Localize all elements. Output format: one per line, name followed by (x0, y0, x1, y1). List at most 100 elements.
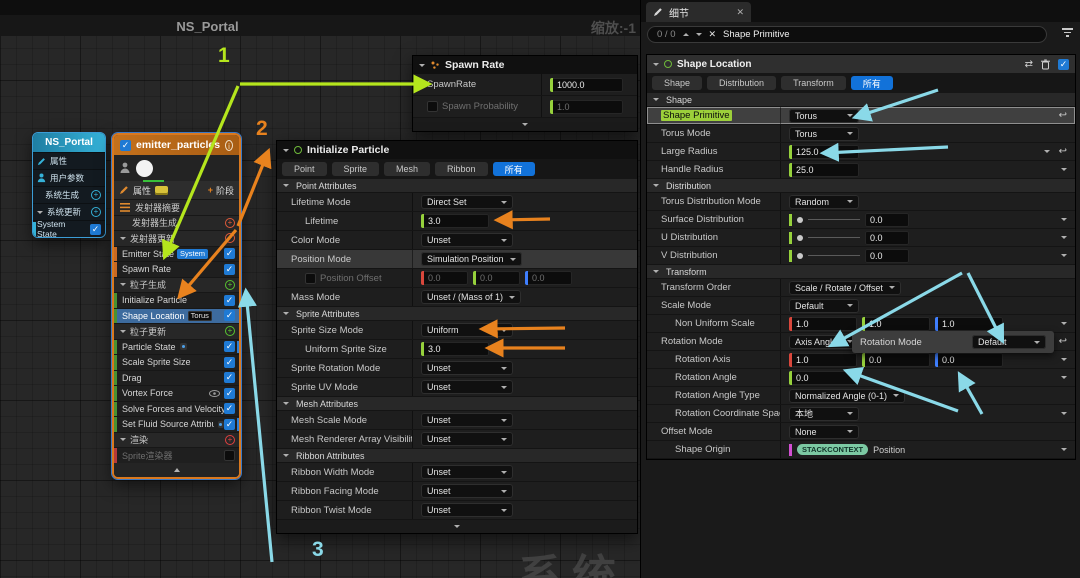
chevron-down-icon[interactable] (120, 438, 126, 442)
emitter-row-item-14[interactable]: 渲染 + (114, 431, 239, 447)
row-edit-checkbox[interactable] (427, 101, 438, 112)
search-query-text[interactable]: Shape Primitive (723, 29, 790, 40)
chevron-down-icon[interactable] (501, 418, 507, 422)
renderer-enabled-checkbox[interactable] (224, 449, 235, 461)
dropdown-lifetime-mode[interactable]: Direct Set (421, 195, 513, 209)
dropdown-position-mode[interactable]: Simulation Position (421, 252, 522, 266)
emitter-thumbnail[interactable] (136, 159, 153, 177)
system-node[interactable]: NS_Portal 属性 用户参数 系统生成 + 系统更新 + System State ✓ (32, 132, 106, 238)
chevron-down-icon[interactable] (1061, 448, 1067, 451)
tab-transform[interactable]: Transform (781, 76, 846, 90)
emitter-row-emitter-state[interactable]: Emitter State System ✓ (114, 245, 239, 261)
chevron-down-icon[interactable] (120, 329, 126, 333)
emitter-row-particle-state[interactable]: Particle State ✓ (114, 338, 239, 354)
module-enabled-checkbox[interactable]: ✓ (224, 403, 235, 415)
chevron-down-icon[interactable] (888, 286, 895, 289)
chevron-down-icon[interactable] (283, 454, 289, 457)
filter-icon[interactable] (1062, 28, 1073, 37)
vector-input-z[interactable]: 0.0 (525, 271, 572, 285)
chevron-down-icon[interactable] (501, 489, 507, 493)
emitter-row-drag[interactable]: Drag ✓ (114, 369, 239, 385)
reset-to-default-icon[interactable]: ↩ (1059, 336, 1067, 347)
collapse-caret-icon[interactable] (419, 63, 425, 67)
emitter-node-header[interactable]: ✓ emitter_particles i (114, 135, 239, 155)
dropdown-mesh-scale-mode[interactable]: Unset (421, 413, 513, 427)
chevron-down-icon[interactable] (1061, 168, 1067, 171)
chevron-down-icon[interactable] (501, 328, 507, 332)
shape-location-header[interactable]: Shape Location ⇄ ✓ (647, 55, 1075, 73)
system-row-system-state[interactable]: System State ✓ (33, 219, 105, 237)
vector-input-z[interactable]: 0.0 (935, 352, 1003, 367)
slider-track[interactable] (808, 237, 860, 238)
tab-item-4[interactable]: 所有 (492, 162, 535, 176)
version-shuffle-icon[interactable]: ⇄ (1025, 59, 1033, 70)
eye-icon[interactable] (209, 389, 220, 397)
search-clear-icon[interactable]: ✕ (709, 29, 717, 40)
emitter-row-solve-forces-and-velocity[interactable]: Solve Forces and Velocity ✓ (114, 400, 239, 416)
collapse-caret-icon[interactable] (653, 62, 659, 66)
add-module-icon[interactable]: + (225, 233, 235, 244)
add-module-icon[interactable]: + (225, 434, 235, 445)
emitter-row-set-fluid-source-attributes[interactable]: Set Fluid Source Attributes ✓ (114, 416, 239, 432)
emitter-row-item-4[interactable]: 粒子生成 + (114, 276, 239, 292)
slider-knob[interactable] (797, 234, 803, 241)
slider-value-input[interactable]: 0.0 (865, 212, 909, 227)
system-row-item-0[interactable]: 属性 (33, 152, 105, 169)
module-enabled-checkbox[interactable]: ✓ (224, 263, 235, 275)
chevron-down-icon[interactable] (509, 257, 516, 261)
emitter-node[interactable]: ✓ emitter_particles i 属性 + 阶段 发射器摘要 发射器生… (111, 132, 242, 480)
dropdown-torus-mode[interactable]: Torus (789, 126, 859, 141)
chevron-down-icon[interactable] (501, 437, 507, 441)
dropdown-torus-distribution-mode[interactable]: Random (789, 194, 859, 209)
chevron-down-icon[interactable] (1061, 218, 1067, 221)
chevron-down-icon[interactable] (1061, 322, 1067, 325)
add-stage-button[interactable]: + 阶段 (208, 184, 234, 197)
section-point-attributes[interactable]: Point Attributes (277, 179, 637, 193)
input-spawnrate[interactable]: 1000.0 (550, 77, 623, 92)
close-icon[interactable]: ✕ (736, 7, 744, 18)
emitter-row-item-1[interactable]: 发射器更新 + (114, 230, 239, 246)
module-enabled-checkbox[interactable]: ✓ (224, 341, 235, 353)
section-shape[interactable]: Shape (647, 93, 1075, 107)
chevron-down-icon[interactable] (893, 394, 900, 397)
add-module-icon[interactable]: + (225, 279, 235, 290)
emitter-row-scale-sprite-size[interactable]: Scale Sprite Size ✓ (114, 354, 239, 370)
section-transform[interactable]: Transform (647, 265, 1075, 279)
dropdown-rotation-angle-type[interactable]: Normalized Angle (0-1) (789, 388, 906, 403)
chevron-down-icon[interactable] (847, 304, 853, 307)
dropdown-rotation-mode[interactable]: Axis Angle (789, 334, 859, 349)
module-enabled-checkbox[interactable]: ✓ (224, 310, 235, 322)
chevron-down-icon[interactable] (501, 238, 507, 242)
spawn-rate-panel-header[interactable]: Spawn Rate (413, 56, 637, 74)
chevron-down-icon[interactable] (1043, 150, 1050, 153)
chevron-down-icon[interactable] (501, 366, 507, 370)
dropdown-scale-mode[interactable]: Default (789, 298, 859, 313)
init-panel-header[interactable]: Initialize Particle (277, 141, 637, 159)
chevron-down-icon[interactable] (501, 385, 507, 389)
module-enabled-checkbox[interactable]: ✓ (224, 356, 235, 368)
chevron-down-icon[interactable] (501, 508, 507, 512)
chevron-down-icon[interactable] (283, 312, 289, 315)
chevron-down-icon[interactable] (847, 430, 853, 433)
input-large-radius[interactable]: 125.0 (789, 144, 859, 159)
system-row-item-2[interactable]: 系统生成 + (33, 186, 105, 203)
tab-ribbon[interactable]: Ribbon (435, 162, 488, 176)
section-distribution[interactable]: Distribution (647, 179, 1075, 193)
emitter-row-item-7[interactable]: 粒子更新 + (114, 323, 239, 339)
input-rotation-angle[interactable]: 0.0 (789, 370, 859, 385)
vector-input-y[interactable]: 1.0 (862, 316, 930, 331)
emitter-row-spawn-rate[interactable]: Spawn Rate ✓ (114, 261, 239, 277)
tab-item-3[interactable]: 所有 (850, 76, 893, 90)
dropdown-ribbon-width-mode[interactable]: Unset (421, 465, 513, 479)
chevron-down-icon[interactable] (1034, 340, 1040, 344)
slider-knob[interactable] (797, 252, 803, 259)
system-row-item-1[interactable]: 用户参数 (33, 169, 105, 186)
chevron-down-icon[interactable] (1061, 376, 1067, 379)
chevron-down-icon[interactable] (847, 132, 853, 135)
input-uniform-sprite-size[interactable]: 3.0 (421, 342, 489, 356)
reset-to-default-icon[interactable]: ↩ (1059, 146, 1067, 157)
input-handle-radius[interactable]: 25.0 (789, 162, 859, 177)
expand-caret-icon[interactable] (37, 210, 43, 214)
input-spawn-probability[interactable]: 1.0 (550, 99, 623, 114)
tab-shape[interactable]: Shape (652, 76, 703, 90)
